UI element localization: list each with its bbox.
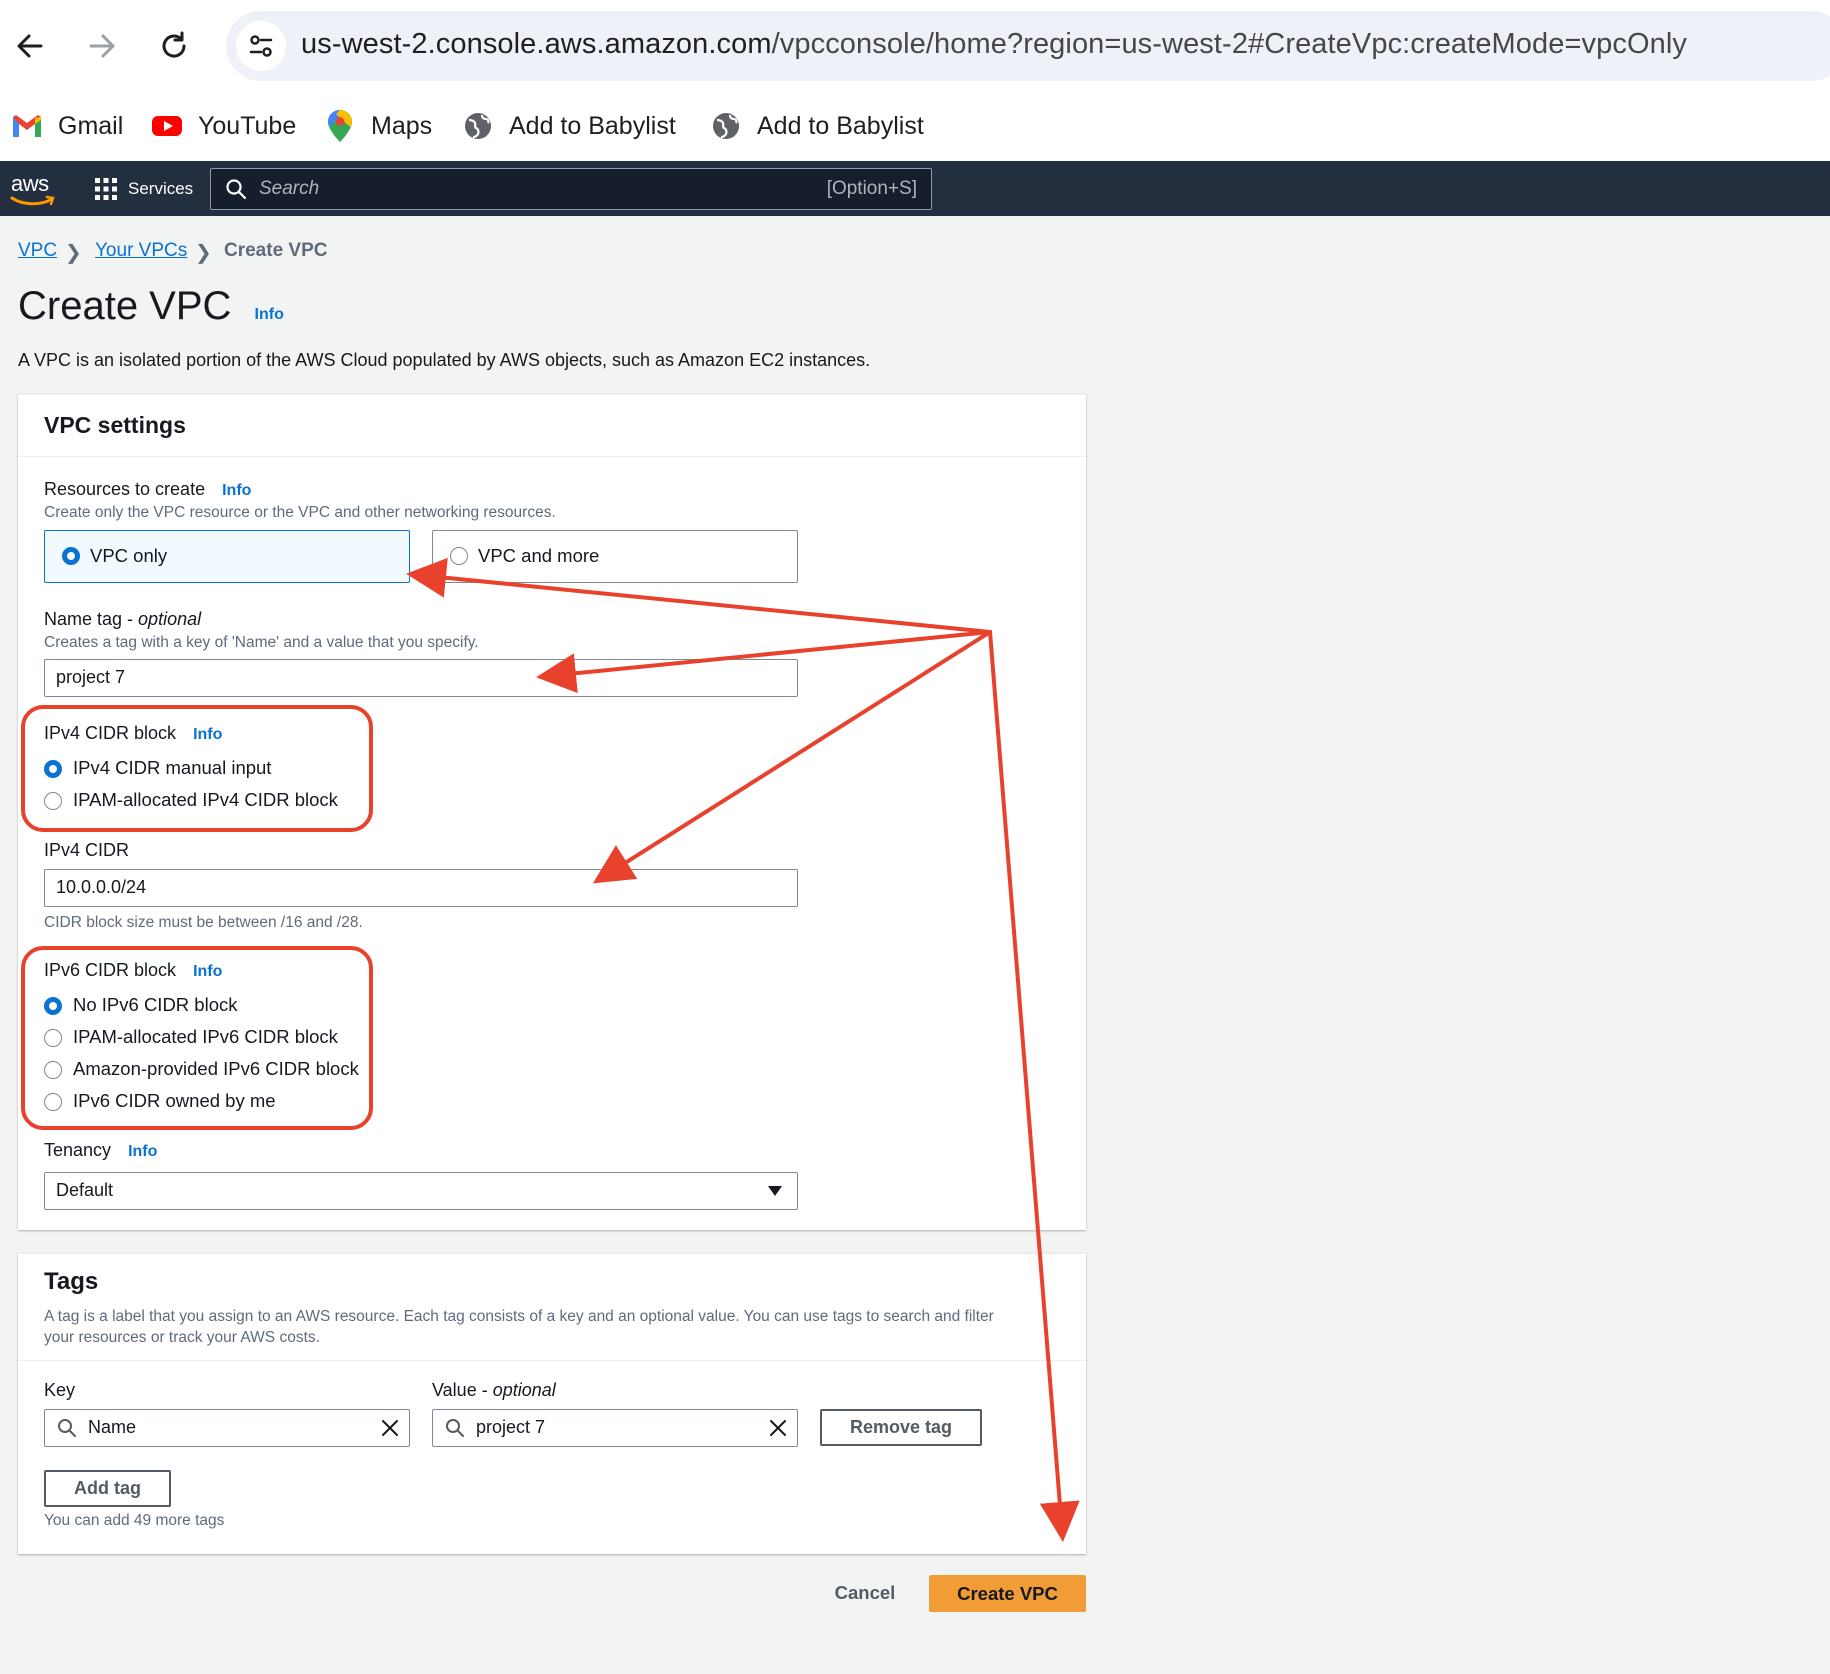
services-label: Services bbox=[128, 178, 194, 198]
grid-icon bbox=[95, 177, 117, 200]
tenancy-label-text: Tenancy bbox=[44, 1140, 112, 1160]
forward-button[interactable] bbox=[78, 22, 126, 70]
tags-description-2: your resources or track your AWS costs. bbox=[44, 1329, 320, 1346]
tune-icon bbox=[249, 35, 273, 57]
gmail-icon bbox=[10, 109, 44, 143]
bookmark-gmail[interactable]: Gmail bbox=[10, 100, 123, 152]
services-menu-button[interactable]: Services bbox=[94, 161, 193, 216]
tenancy-select[interactable]: Default bbox=[44, 1172, 798, 1210]
ipv4-cidr-label: IPv4 CIDR bbox=[44, 840, 130, 860]
resources-info-link[interactable]: Info bbox=[222, 482, 251, 499]
tile-vpc-and-more[interactable]: VPC and more bbox=[432, 530, 798, 583]
chevron-right-icon: ❯ bbox=[195, 242, 212, 264]
search-placeholder: Search bbox=[259, 178, 320, 199]
bookmark-babylist-2[interactable]: Add to Babylist bbox=[709, 100, 924, 152]
bookmark-babylist-1[interactable]: Add to Babylist bbox=[461, 100, 676, 152]
annotation-box-ipv6 bbox=[21, 946, 373, 1130]
globe-icon bbox=[461, 109, 495, 143]
bookmark-label: Add to Babylist bbox=[509, 111, 676, 140]
search-icon bbox=[446, 1419, 464, 1437]
caret-down-icon bbox=[768, 1186, 782, 1196]
optional-label: optional bbox=[492, 1380, 556, 1400]
remove-tag-button[interactable]: Remove tag bbox=[820, 1409, 982, 1446]
bookmark-label: Maps bbox=[371, 111, 433, 140]
tags-limit-hint: You can add 49 more tags bbox=[44, 1512, 225, 1529]
search-icon bbox=[226, 179, 247, 200]
tag-value-input[interactable]: project 7 bbox=[432, 1409, 798, 1447]
search-icon bbox=[58, 1419, 76, 1437]
breadcrumb-vpc[interactable]: VPC bbox=[18, 240, 57, 262]
aws-smile-icon bbox=[10, 195, 55, 206]
address-bar[interactable]: us-west-2.console.aws.amazon.com/vpccons… bbox=[226, 11, 1830, 81]
page-description: A VPC is an isolated portion of the AWS … bbox=[18, 350, 871, 370]
title-info-link[interactable]: Info bbox=[255, 306, 284, 323]
aws-logo[interactable]: aws bbox=[8, 167, 62, 209]
name-tag-label: Name tag - optional bbox=[44, 609, 201, 630]
reload-button[interactable] bbox=[150, 22, 198, 70]
url-host: us-west-2.console.aws.amazon.com bbox=[301, 28, 772, 60]
create-vpc-button[interactable]: Create VPC bbox=[929, 1575, 1086, 1612]
bookmark-label: Gmail bbox=[58, 111, 124, 140]
annotation-box-ipv4 bbox=[21, 705, 373, 832]
clear-icon[interactable] bbox=[769, 1419, 787, 1437]
breadcrumb-create-vpc: Create VPC bbox=[224, 240, 328, 261]
name-tag-label-text: Name tag - bbox=[44, 609, 139, 629]
bookmark-maps[interactable]: Maps bbox=[323, 100, 432, 152]
aws-search-input[interactable]: Search [Option+S] bbox=[210, 168, 932, 210]
arrow-right-icon bbox=[89, 34, 115, 58]
site-info-button[interactable] bbox=[236, 21, 286, 71]
search-shortcut: [Option+S] bbox=[826, 178, 917, 199]
name-tag-input[interactable]: project 7 bbox=[44, 659, 798, 697]
globe-icon bbox=[709, 109, 743, 143]
cancel-button[interactable]: Cancel bbox=[820, 1575, 910, 1611]
chevron-right-icon: ❯ bbox=[65, 242, 82, 264]
tag-value-label-text: Value - bbox=[432, 1380, 493, 1400]
panel-title: VPC settings bbox=[44, 412, 186, 438]
resources-description: Create only the VPC resource or the VPC … bbox=[44, 504, 556, 521]
optional-label: optional bbox=[138, 609, 202, 629]
tenancy-value: Default bbox=[56, 1180, 114, 1200]
bookmark-label: Add to Babylist bbox=[757, 111, 924, 140]
tags-header: Tags A tag is a label that you assign to… bbox=[18, 1254, 1086, 1361]
tag-key-input[interactable]: Name bbox=[44, 1409, 410, 1447]
tags-panel: Tags A tag is a label that you assign to… bbox=[18, 1253, 1086, 1554]
page-title-text: Create VPC bbox=[18, 284, 232, 328]
bookmark-youtube[interactable]: YouTube bbox=[150, 100, 296, 152]
tag-value-value: project 7 bbox=[476, 1417, 546, 1437]
bookmark-label: YouTube bbox=[198, 111, 297, 140]
ipv4-cidr-constraint: CIDR block size must be between /16 and … bbox=[44, 914, 363, 931]
aws-top-navigation: aws Services Search [Option+S] bbox=[0, 161, 1830, 216]
tenancy-label: Tenancy Info bbox=[44, 1140, 157, 1161]
aws-logo-text: aws bbox=[11, 171, 49, 196]
url-path: /vpcconsole/home?region=us-west-2#Create… bbox=[771, 28, 1687, 60]
page-title: Create VPC Info bbox=[18, 284, 284, 329]
url-text: us-west-2.console.aws.amazon.com/vpccons… bbox=[301, 28, 1687, 61]
radio-vpc-and-more[interactable] bbox=[450, 547, 468, 565]
panel-header: VPC settings bbox=[18, 395, 1086, 457]
tags-title: Tags bbox=[44, 1268, 99, 1295]
back-button[interactable] bbox=[6, 22, 54, 70]
resources-label: Resources to create Info bbox=[44, 479, 251, 500]
browser-chrome: us-west-2.console.aws.amazon.com/vpccons… bbox=[0, 0, 1830, 161]
clear-icon[interactable] bbox=[381, 1419, 399, 1437]
tile-label: VPC and more bbox=[478, 545, 600, 566]
reload-icon bbox=[162, 31, 186, 58]
ipv4-cidr-input[interactable]: 10.0.0.0/24 bbox=[44, 869, 798, 907]
add-tag-button[interactable]: Add tag bbox=[44, 1470, 171, 1507]
arrow-left-icon bbox=[17, 34, 43, 58]
tenancy-info-link[interactable]: Info bbox=[128, 1143, 157, 1160]
resources-label-text: Resources to create bbox=[44, 479, 206, 499]
tag-key-label: Key bbox=[44, 1380, 76, 1400]
tile-vpc-only[interactable]: VPC only bbox=[44, 530, 410, 583]
tag-key-value: Name bbox=[88, 1417, 137, 1437]
bookmarks-bar: Gmail YouTube Maps Add to Babylist Add t… bbox=[0, 100, 1830, 152]
tile-label: VPC only bbox=[90, 545, 168, 566]
tags-description-1: A tag is a label that you assign to an A… bbox=[44, 1308, 994, 1325]
tag-value-label: Value - optional bbox=[432, 1380, 556, 1401]
maps-icon bbox=[323, 109, 357, 143]
radio-vpc-only[interactable] bbox=[62, 547, 80, 565]
breadcrumb-your-vpcs[interactable]: Your VPCs bbox=[95, 240, 187, 262]
name-tag-description: Creates a tag with a key of 'Name' and a… bbox=[44, 634, 479, 651]
youtube-icon bbox=[150, 109, 184, 143]
